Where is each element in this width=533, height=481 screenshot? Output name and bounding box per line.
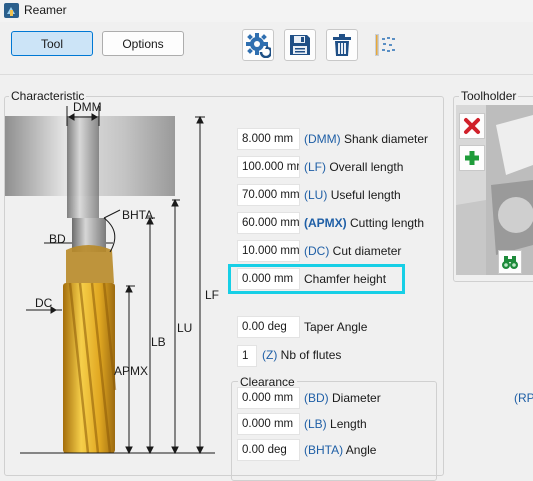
field-name: Nb of flutes	[280, 348, 342, 362]
tool-library-icon	[375, 34, 395, 56]
lb-dimension-label: LB	[151, 335, 166, 349]
field-name: Useful length	[330, 188, 401, 202]
field-code: (BD)	[304, 391, 329, 405]
tab-options[interactable]: Options	[102, 31, 184, 56]
reamer-flutes	[63, 245, 117, 454]
dmm-dimension-label: DMM	[73, 100, 102, 114]
toolholder-label: Toolholder	[459, 89, 519, 103]
field-name: Cut diameter	[332, 244, 402, 258]
useful-length-input[interactable]: 70.000 mm	[237, 184, 300, 206]
cut-diameter-input[interactable]: 10.000 mm	[237, 240, 300, 262]
field-code: (BHTA)	[304, 443, 344, 457]
field-name: Diameter	[332, 391, 381, 405]
field-code: (DMM)	[304, 132, 341, 146]
reamer-diagram	[5, 106, 215, 455]
field-name: Shank diameter	[344, 132, 429, 146]
cutting-length-input[interactable]: 60.000 mm	[237, 212, 300, 234]
bhta-dimension-label: BHTA	[122, 208, 154, 222]
trash-icon	[333, 34, 351, 56]
field-name: Angle	[345, 443, 377, 457]
clearance-angle-input[interactable]: 0.00 deg	[237, 439, 300, 461]
toolbar-separator	[0, 74, 533, 75]
nb-of-flutes-input[interactable]: 1	[237, 345, 257, 367]
truncated-right-code: (RPI	[514, 391, 533, 405]
field-code: (Z)	[262, 348, 278, 362]
tool-library-button[interactable]	[368, 29, 400, 61]
clearance-diameter-input[interactable]: 0.000 mm	[237, 387, 300, 409]
field-name: Overall length	[329, 160, 404, 174]
field-code: (LF)	[304, 160, 326, 174]
add-plus-icon	[465, 151, 479, 165]
bd-dimension-label: BD	[49, 232, 66, 246]
field-code: (APMX)	[304, 216, 347, 230]
field-code: (LB)	[304, 417, 327, 431]
delete-x-icon	[464, 118, 480, 134]
reamer-app-icon	[4, 3, 19, 18]
overall-length-input[interactable]: 100.000 mr	[237, 156, 300, 178]
dc-dimension-label: DC	[35, 296, 53, 310]
field-name: Cutting length	[350, 216, 425, 230]
chamfer-height-highlight	[228, 264, 405, 294]
remove-toolholder-button[interactable]	[459, 113, 485, 139]
lu-dimension-label: LU	[177, 321, 193, 335]
field-name: Length	[330, 417, 367, 431]
find-toolholder-button[interactable]	[498, 250, 522, 274]
apmx-dimension-label: APMX	[114, 364, 149, 378]
add-toolholder-button[interactable]	[459, 145, 485, 171]
save-icon	[290, 35, 310, 55]
window-title: Reamer	[24, 3, 67, 17]
field-name: Taper Angle	[304, 320, 368, 334]
field-code: (LU)	[304, 188, 328, 202]
title-bar: Reamer	[0, 0, 533, 22]
save-button[interactable]	[284, 29, 316, 61]
lf-dimension-label: LF	[205, 288, 220, 302]
shank-diameter-input[interactable]: 8.000 mm	[237, 128, 300, 150]
clearance-length-input[interactable]: 0.000 mm	[237, 413, 300, 435]
gear-refresh-button[interactable]	[242, 29, 274, 61]
binoculars-icon	[502, 256, 518, 269]
taper-angle-input[interactable]: 0.00 deg	[237, 316, 300, 338]
gear-refresh-icon	[246, 33, 271, 58]
delete-button[interactable]	[326, 29, 358, 61]
tab-tool[interactable]: Tool	[11, 31, 93, 56]
field-code: (DC)	[304, 244, 330, 258]
